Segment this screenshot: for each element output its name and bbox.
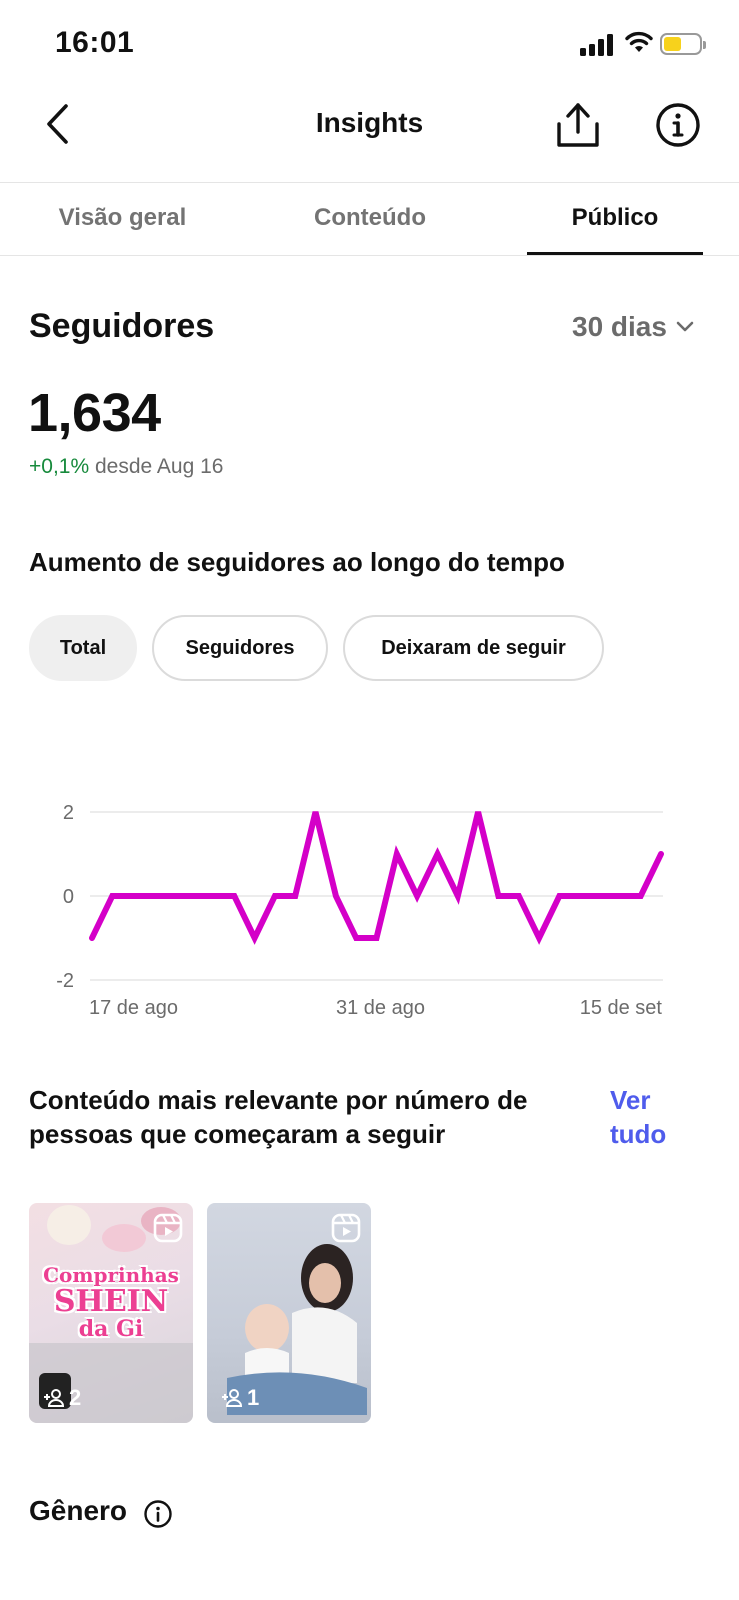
share-icon[interactable] xyxy=(555,100,601,150)
tabs-divider xyxy=(0,255,739,256)
cellular-signal-icon xyxy=(580,32,616,56)
follower-count: 1,634 xyxy=(28,383,161,443)
filter-followers-chip[interactable]: Seguidores xyxy=(152,615,328,681)
new-followers-count: 2 xyxy=(69,1385,82,1410)
info-icon[interactable] xyxy=(654,101,702,149)
filter-total-chip[interactable]: Total xyxy=(29,615,137,681)
new-followers-badge: 2 xyxy=(43,1385,81,1411)
tab-content[interactable]: Conteúdo xyxy=(290,204,450,232)
followers-line-chart: 2 0 -2 17 de ago 31 de ago 15 de set xyxy=(56,802,664,1019)
filter-unfollowed-chip[interactable]: Deixaram de seguir xyxy=(343,615,604,681)
see-all-link[interactable]: Ver tudo xyxy=(610,1083,700,1151)
header-divider xyxy=(0,182,739,183)
new-followers-count: 1 xyxy=(247,1385,260,1410)
tab-audience[interactable]: Público xyxy=(527,204,703,232)
overlay-line: SHEIN xyxy=(53,1284,169,1319)
date-range-dropdown[interactable]: 30 dias xyxy=(572,311,695,343)
new-followers-badge: 1 xyxy=(221,1385,259,1411)
overlay-line: Comprinhas xyxy=(43,1263,179,1287)
add-person-icon xyxy=(222,1389,243,1407)
content-thumbnail[interactable]: 1 xyxy=(207,1203,371,1423)
tab-overview[interactable]: Visão geral xyxy=(40,204,205,232)
growth-title: Aumento de seguidores ao longo do tempo xyxy=(29,547,565,577)
y-tick-label: -2 xyxy=(56,970,74,992)
chevron-down-icon xyxy=(676,321,694,332)
date-range-label: 30 dias xyxy=(572,311,667,342)
gender-title: Gênero xyxy=(29,1495,128,1526)
page-title: Insights xyxy=(315,107,424,138)
y-tick-label: 0 xyxy=(63,886,74,908)
followers-title: Seguidores xyxy=(29,307,215,345)
wifi-icon xyxy=(625,31,653,52)
info-icon[interactable] xyxy=(143,1499,173,1529)
change-since: desde Aug 16 xyxy=(94,455,224,478)
battery-icon xyxy=(660,33,706,55)
x-tick-label: 15 de set xyxy=(580,997,663,1019)
series-line xyxy=(89,811,664,945)
thumbnail-overlay-text: Comprinhas SHEIN da Gi xyxy=(29,1265,193,1341)
x-tick-label: 31 de ago xyxy=(336,997,425,1019)
relevant-content-title: Conteúdo mais relevante por número de pe… xyxy=(29,1085,528,1149)
y-tick-label: 2 xyxy=(63,802,74,824)
follower-change: +0,1% desde Aug 16 xyxy=(29,455,223,479)
reels-icon xyxy=(153,1213,183,1243)
reels-icon xyxy=(331,1213,361,1243)
status-time: 16:01 xyxy=(55,26,135,59)
change-percent: +0,1% xyxy=(29,455,90,478)
x-tick-label: 17 de ago xyxy=(89,997,178,1019)
add-person-icon xyxy=(44,1389,65,1407)
content-thumbnail[interactable]: Comprinhas SHEIN da Gi 2 xyxy=(29,1203,193,1423)
overlay-line: da Gi xyxy=(78,1315,144,1342)
